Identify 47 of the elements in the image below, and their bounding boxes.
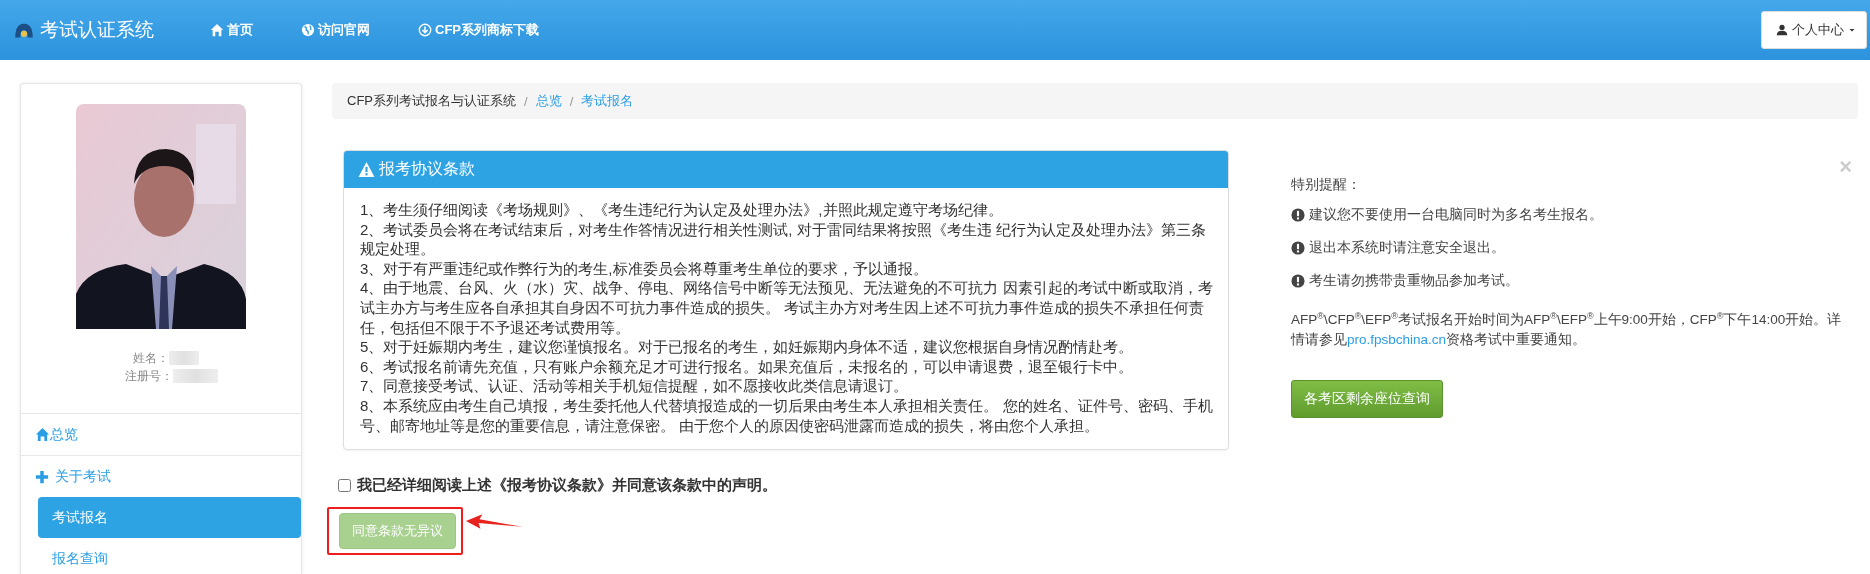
warning-icon [358, 161, 375, 178]
sidebar-subitem[interactable]: 报名查询 [38, 538, 301, 574]
exclamation-icon [1291, 208, 1305, 222]
seat-query-button[interactable]: 各考区剩余座位查询 [1291, 379, 1443, 418]
nav-link[interactable]: 访问官网 [301, 21, 370, 39]
nav-link[interactable]: CFP系列商标下载 [418, 21, 539, 39]
notice-text: 考生请勿携带贵重物品参加考试。 [1309, 272, 1519, 290]
agreement-clause: 3、对于有严重违纪或作弊行为的考生,标准委员会将尊重考生单位的要求，予以通报。 [360, 258, 929, 279]
nav-link[interactable]: 首页 [210, 21, 253, 39]
link[interactable]: pro.fpsbchina.cn [1347, 331, 1447, 347]
field-label: 注册号： [124, 367, 173, 385]
redacted-value [169, 351, 199, 365]
agreement-clause: 8、本系统应由考生自己填报，考生委托他人代替填报造成的一切后果由考生本人承担相关责任。 您的姓名、证件号、密码、手机号、邮寄地址等是您的重要信息，请注意保密。 由于您个人的原因使密码泄露而造成的损失，将由您个人承担。 [360, 395, 1213, 436]
breadcrumb-link[interactable]: 考试报名 [581, 92, 634, 110]
plus-icon [35, 469, 49, 484]
breadcrumb-separator: / [569, 93, 574, 109]
exclamation-icon [1291, 241, 1305, 255]
breadcrumb-link[interactable]: 总览 [535, 92, 562, 110]
globe-icon [301, 23, 315, 37]
agreement-clause: 6、考试报名前请先充值，只有账户余额充足才可进行报名。如果充值后，未报名的，可以申请退费，退至银行卡中。 [360, 356, 1135, 377]
user-menu-button[interactable]: 个人中心 [1761, 11, 1867, 49]
notice-paragraph: AFP$^{®}$\CFP$^{®}$\EFP$^{®}$考试报名开始时间为AFP$^{®}$\EFP$^{®}$上午9:00开始，CFP$^{®}$下午14:00开始。详情请参见pro.fpsbchina.cn资格考试中重要通知。 [1291, 309, 1843, 349]
redacted-value [172, 369, 218, 383]
panel-title: 报考协议条款 [379, 159, 475, 179]
agreement-clause: 2、考试委员会将在考试结束后，对考生作答情况进行相关性测试, 对于雷同结果将按照《考生违 纪行为认定及处理办法》第三条规定处理。 [360, 219, 1207, 259]
field-label: 姓名： [133, 349, 169, 367]
consent-label: 我已经详细阅读上述《报考协议条款》并同意该条款中的声明。 [357, 476, 777, 496]
home-icon [210, 23, 224, 37]
home-icon [35, 427, 50, 442]
agreement-clause: 7、同意接受考试、认证、活动等相关手机短信提醒，如不愿接收此类信息请退订。 [360, 376, 910, 396]
notice-text: 退出本系统时请注意安全退出。 [1309, 239, 1505, 257]
notice-title: 特别提醒： [1291, 176, 1361, 194]
sidebar-item[interactable]: 总览 [21, 413, 301, 455]
exclamation-icon [1291, 274, 1305, 288]
brand-title: 考试认证系统 [40, 18, 154, 42]
consent-checkbox[interactable] [338, 479, 351, 493]
agreement-clause: 1、考生须仔细阅读《考场规则》、《考生违纪行为认定及处理办法》,并照此规定遵守考场纪律。 [360, 200, 1004, 220]
close-button[interactable]: × [1833, 156, 1858, 178]
user-icon [1776, 24, 1788, 36]
caret-icon [1848, 26, 1856, 34]
breadcrumb-separator: / [524, 93, 528, 109]
sidebar-subitem[interactable]: 考试报名 [38, 497, 301, 538]
agreement-clause: 4、由于地震、台风、火（水）灾、战争、停电、网络信号中断等无法预见、无法避免的不可抗力 因素引起的考试中断或取消，考试主办方与考生应各自承担其自身因不可抗力事件造成的损失。 考试主办方对考生因上述不可抗力事件造成的损失不承担任何责任，包括但不限于不予退还考试费用等。 [360, 278, 1213, 338]
download-icon [418, 23, 432, 37]
agreement-clause: 5、对于妊娠期内考生，建议您谨慎报名。对于已报名的考生，如妊娠期内身体不适，建议您根据自身情况酌情赴考。 [360, 337, 1135, 357]
notice-text: 建议您不要使用一台电脑同时为多名考生报名。 [1309, 206, 1603, 224]
breadcrumb-item: CFP系列考试报名与认证系统 [347, 92, 516, 110]
